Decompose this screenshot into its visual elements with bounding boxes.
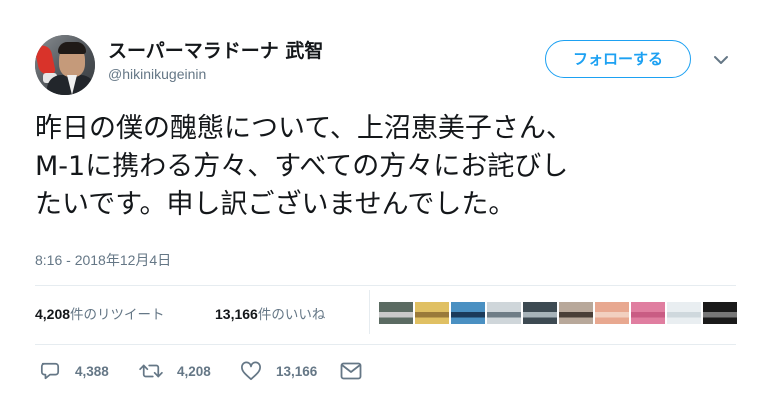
like-count: 13,166	[276, 363, 318, 379]
direct-message-button[interactable]	[340, 357, 362, 385]
retweet-button[interactable]: 4,208	[139, 357, 211, 385]
retweet-icon	[139, 361, 163, 381]
reply-count: 4,388	[75, 363, 109, 379]
engager-avatar-3[interactable]	[451, 302, 485, 324]
divider	[35, 285, 736, 286]
avatar[interactable]	[35, 35, 95, 95]
follow-button[interactable]: フォローする	[545, 40, 691, 78]
retweet-count: 4,208	[177, 363, 211, 379]
like-button[interactable]: 13,166	[240, 357, 317, 385]
engager-avatar-10[interactable]	[703, 302, 737, 324]
engager-avatar-6[interactable]	[559, 302, 593, 324]
chevron-down-icon[interactable]	[713, 52, 729, 68]
like-stat[interactable]: 13,166件のいいね	[215, 303, 325, 323]
like-stat-label: 件のいいね	[257, 307, 326, 323]
retweet-stat-count: 4,208	[35, 306, 71, 322]
tweet-timestamp[interactable]: 8:16 - 2018年12月4日	[35, 250, 171, 270]
like-stat-count: 13,166	[215, 306, 258, 322]
engager-avatar-2[interactable]	[415, 302, 449, 324]
retweet-stat[interactable]: 4,208件のリツイート	[35, 303, 165, 323]
reply-button[interactable]: 4,388	[39, 357, 109, 385]
user-handle[interactable]: @hikinikugeinin	[108, 66, 206, 82]
engager-avatar-4[interactable]	[487, 302, 521, 324]
tweet-text-line: 昨日の僕の醜態について、上沼恵美子さん、	[35, 113, 573, 144]
tweet-card: スーパーマラドーナ 武智 @hikinikugeinin フォローする 昨日の僕…	[0, 0, 775, 417]
engager-avatar-1[interactable]	[379, 302, 413, 324]
tweet-text-line: たいです。申し訳ございませんでした。	[35, 189, 516, 220]
tweet-text: 昨日の僕の醜態について、上沼恵美子さん、 M-1に携わる方々、すべての方々にお詫…	[35, 110, 740, 224]
heart-icon	[240, 361, 262, 381]
engager-avatar-5[interactable]	[523, 302, 557, 324]
engager-avatar-7[interactable]	[595, 302, 629, 324]
tweet-text-line: M-1に携わる方々、すべての方々にお詫びし	[35, 151, 569, 182]
retweet-stat-label: 件のリツイート	[70, 307, 165, 323]
stats-separator	[369, 290, 370, 334]
reply-icon	[39, 361, 61, 381]
engager-avatar-8[interactable]	[631, 302, 665, 324]
engager-avatar-9[interactable]	[667, 302, 701, 324]
envelope-icon	[340, 362, 362, 380]
display-name[interactable]: スーパーマラドーナ 武智	[108, 36, 323, 63]
divider	[35, 344, 736, 345]
